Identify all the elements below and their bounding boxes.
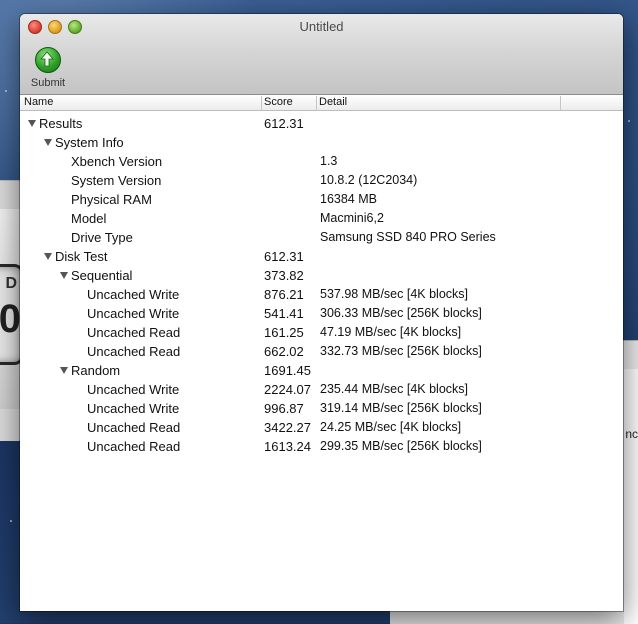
row-name: Uncached Write [87, 306, 180, 321]
background-window-right-content [624, 369, 638, 624]
outline-row[interactable]: Uncached Write 2224.07 235.44 MB/sec [4K b… [20, 380, 623, 399]
xbench-results-window: Untitled Submit Name Score Detail Result… [20, 14, 623, 611]
row-name: Model [71, 211, 107, 226]
outline-row[interactable]: Sequential 373.82 [20, 266, 623, 285]
row-detail: 537.98 MB/sec [4K blocks] [320, 287, 468, 301]
row-detail: 332.73 MB/sec [256K blocks] [320, 344, 482, 358]
outline-row[interactable]: Uncached Write 996.87 319.14 MB/sec [256K … [20, 399, 623, 418]
submit-label: Submit [30, 77, 66, 89]
disclosure-triangle-icon[interactable] [60, 367, 68, 374]
disclosure-triangle-icon[interactable] [28, 120, 36, 127]
star [5, 90, 7, 92]
row-score: 612.31 [264, 116, 304, 131]
background-window-left-content: D 0 [0, 209, 24, 409]
outline-row[interactable]: Uncached Read 3422.27 24.25 MB/sec [4K blo… [20, 418, 623, 437]
outline-row[interactable]: Uncached Write 541.41 306.33 MB/sec [256K … [20, 304, 623, 323]
row-name: Uncached Write [87, 382, 180, 397]
row-detail: 235.44 MB/sec [4K blocks] [320, 382, 468, 396]
row-score: 373.82 [264, 268, 304, 283]
row-detail: 299.35 MB/sec [256K blocks] [320, 439, 482, 453]
row-score: 3422.27 [264, 420, 311, 435]
row-name: Uncached Write [87, 401, 180, 416]
column-header-score[interactable]: Score [264, 96, 293, 108]
row-detail: 306.33 MB/sec [256K blocks] [320, 306, 482, 320]
row-score: 541.41 [264, 306, 304, 321]
disclosure-triangle-icon[interactable] [44, 139, 52, 146]
row-name: Disk Test [55, 249, 108, 264]
row-detail: 319.14 MB/sec [256K blocks] [320, 401, 482, 415]
outline-row[interactable]: Physical RAM 16384 MB [20, 190, 623, 209]
row-name: Sequential [71, 268, 133, 283]
row-name: Random [71, 363, 121, 378]
window-title: Untitled [299, 19, 344, 34]
outline-row[interactable]: Uncached Read 662.02 332.73 MB/sec [256K b… [20, 342, 623, 361]
gauge-small-label: D [5, 275, 17, 292]
column-headers: Name Score Detail [20, 95, 623, 111]
row-name: Uncached Read [87, 420, 181, 435]
outline-row[interactable]: Model Macmini6,2 [20, 209, 623, 228]
outline-row[interactable]: Uncached Write 876.21 537.98 MB/sec [4K bl… [20, 285, 623, 304]
outline-row[interactable]: Random 1691.45 [20, 361, 623, 380]
row-name: Uncached Write [87, 287, 180, 302]
row-detail: 24.25 MB/sec [4K blocks] [320, 420, 462, 434]
row-detail: Macmini6,2 [320, 211, 384, 225]
row-detail: 16384 MB [320, 192, 377, 206]
row-score: 2224.07 [264, 382, 311, 397]
disclosure-triangle-icon[interactable] [44, 253, 52, 260]
title-bar[interactable]: Untitled Submit [20, 14, 623, 95]
outline-row[interactable]: System Info [20, 133, 623, 152]
row-detail: 1.3 [320, 154, 338, 168]
outline-row[interactable]: System Version 10.8.2 (12C2034) [20, 171, 623, 190]
column-header-detail[interactable]: Detail [319, 96, 347, 108]
row-score: 161.25 [264, 325, 304, 340]
row-score: 662.02 [264, 344, 304, 359]
row-name: Uncached Read [87, 325, 181, 340]
background-window-left[interactable]: D 0 [0, 180, 24, 441]
star [628, 120, 630, 122]
row-name: System Info [55, 135, 124, 150]
outline-row[interactable]: Drive Type Samsung SSD 840 PRO Series [20, 228, 623, 247]
gauge-big-label: 0 [0, 297, 21, 341]
row-score: 1613.24 [264, 439, 311, 454]
row-score: 876.21 [264, 287, 304, 302]
outline-row[interactable]: Disk Test 612.31 [20, 247, 623, 266]
outline-row[interactable]: Results 612.31 [20, 114, 623, 133]
outline-row[interactable]: Uncached Read 1613.24 299.35 MB/sec [256K … [20, 437, 623, 456]
row-name: Uncached Read [87, 344, 181, 359]
row-name: Physical RAM [71, 192, 152, 207]
row-detail: Samsung SSD 840 PRO Series [320, 230, 496, 244]
row-score: 612.31 [264, 249, 304, 264]
row-detail: 47.19 MB/sec [4K blocks] [320, 325, 462, 339]
row-name: Drive Type [71, 230, 133, 245]
column-divider[interactable] [316, 96, 317, 111]
row-score: 1691.45 [264, 363, 311, 378]
row-name: Xbench Version [71, 154, 163, 169]
up-arrow-icon [35, 47, 61, 73]
column-divider[interactable] [560, 96, 561, 111]
outline-row[interactable]: Xbench Version 1.3 [20, 152, 623, 171]
column-header-name[interactable]: Name [24, 96, 53, 108]
row-name: Uncached Read [87, 439, 181, 454]
row-detail: 10.8.2 (12C2034) [320, 173, 418, 187]
row-name: System Version [71, 173, 162, 188]
disclosure-triangle-icon[interactable] [60, 272, 68, 279]
background-window-right-text: nc [625, 427, 638, 441]
row-name: Results [39, 116, 83, 131]
star [10, 520, 12, 522]
column-divider[interactable] [261, 96, 262, 111]
submit-button[interactable]: Submit [29, 47, 67, 89]
row-score: 996.87 [264, 401, 304, 416]
outline-row[interactable]: Uncached Read 161.25 47.19 MB/sec [4K bloc… [20, 323, 623, 342]
